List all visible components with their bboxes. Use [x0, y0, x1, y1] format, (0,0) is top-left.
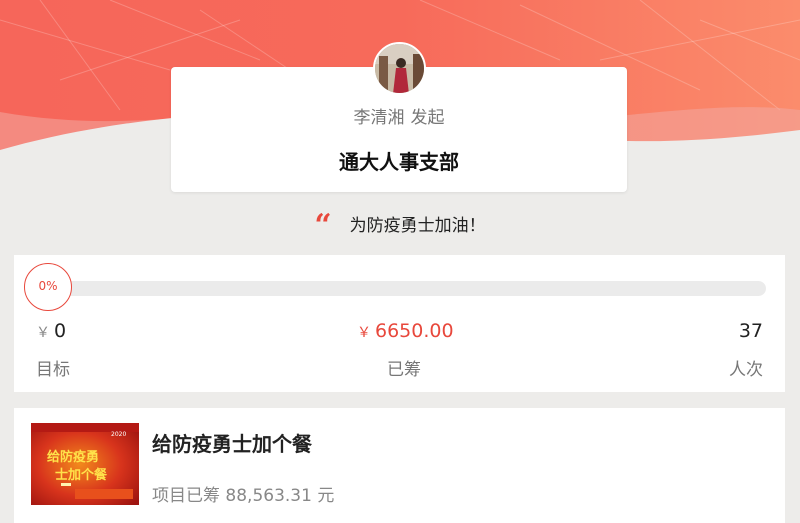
raised-value: 6650.00	[375, 320, 454, 342]
avatar[interactable]	[373, 42, 426, 95]
progress-bar	[36, 281, 766, 296]
org-name: 通大人事支部	[339, 150, 459, 174]
goal-currency: ￥	[36, 325, 50, 341]
initiator-name[interactable]: 李清湘	[354, 108, 405, 128]
initiator-line: 李清湘 发起	[171, 103, 627, 128]
thumbnail-year: 2020	[111, 431, 126, 438]
progress-card: 0% ￥ 0 目标 ￥ 6650.00 已筹 37 人次	[14, 255, 785, 392]
goal-label: 目标	[36, 360, 70, 380]
raised-currency: ￥	[357, 325, 371, 341]
raised-label: 已筹	[387, 360, 421, 380]
thumbnail-line1: 给防疫勇	[47, 449, 99, 465]
project-thumbnail[interactable]: 2020 给防疫勇 士加个餐	[31, 423, 139, 505]
slogan-text: 为防疫勇士加油！	[349, 216, 486, 236]
slogan: “ 为防疫勇士加油！	[0, 211, 800, 241]
goal-value: 0	[54, 320, 67, 342]
progress-percent-badge: 0%	[24, 263, 72, 311]
project-title[interactable]: 给防疫勇士加个餐	[152, 428, 312, 457]
quote-icon: “	[314, 208, 332, 243]
project-raised-amount: 项目已筹 88,563.31 元	[152, 486, 335, 506]
initiator-verb: 发起	[410, 108, 445, 128]
project-card[interactable]: 2020 给防疫勇 士加个餐 给防疫勇士加个餐 项目已筹 88,563.31 元	[14, 408, 785, 523]
raised-amount: ￥ 6650.00	[357, 320, 454, 342]
thumbnail-line2: 士加个餐	[55, 467, 108, 483]
goal-amount: ￥ 0	[36, 320, 66, 342]
donor-count: 37	[738, 320, 763, 342]
donor-label: 人次	[729, 360, 763, 380]
